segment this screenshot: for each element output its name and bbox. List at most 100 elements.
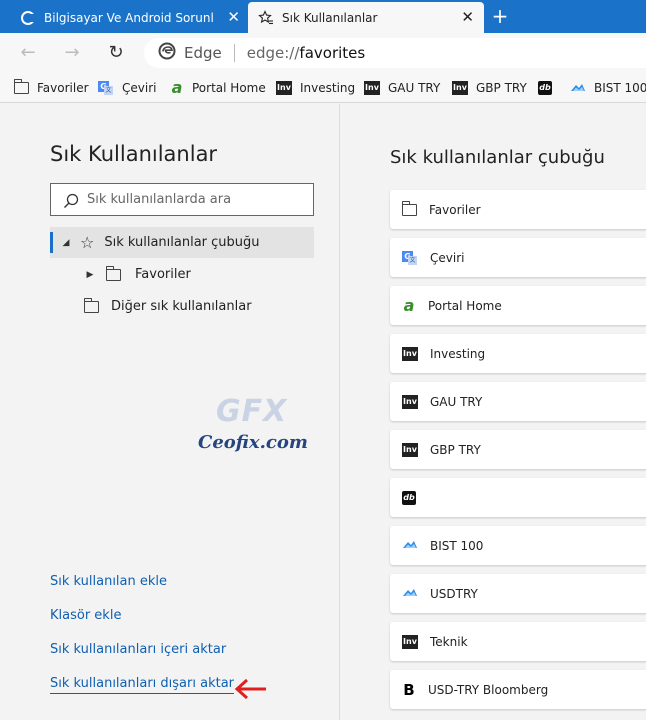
tab-title: Bilgisayar Ve Android Sorunlarına (44, 10, 214, 25)
list-item-label: USD-TRY Bloomberg (428, 682, 549, 697)
tab-ceofix[interactable]: Bilgisayar Ve Android Sorunlarına ✕ (0, 2, 246, 33)
favbar-item-label: GAU TRY (388, 81, 441, 95)
portal-icon: a (403, 295, 415, 315)
db-icon: db (538, 81, 552, 95)
address-separator (233, 44, 235, 62)
list-item-portal-home[interactable]: a Portal Home (390, 286, 646, 325)
list-item-investing[interactable]: Inv Investing (390, 334, 646, 373)
list-item-gbp-try[interactable]: Inv GBP TRY (390, 430, 646, 469)
list-item-usd-try-bloomberg[interactable]: B USD-TRY Bloomberg (390, 670, 646, 709)
db-icon: db (402, 490, 416, 505)
add-folder-link[interactable]: Klasör ekle (50, 608, 121, 623)
tree-item-favorites-bar[interactable]: ◢ ☆ Sık kullanılanlar çubuğu (50, 227, 314, 258)
list-item-label: Favoriler (429, 202, 481, 217)
favbar-item-investing[interactable]: Inv Investing (276, 79, 355, 97)
favbar-item-label: Portal Home (192, 81, 266, 95)
favbar-item-label: Çeviri (122, 81, 157, 95)
watermark: GFX Ceofix.com (196, 392, 316, 472)
tree-item-label: Diğer sık kullanılanlar (111, 299, 252, 314)
edge-logo-icon (158, 42, 176, 64)
list-item-label: BIST 100 (430, 538, 484, 553)
list-item-gau-try[interactable]: Inv GAU TRY (390, 382, 646, 421)
favbar-item-label: Favoriler (37, 81, 89, 95)
import-favorites-link[interactable]: Sık kullanılanları içeri aktar (50, 642, 226, 657)
refresh-button[interactable]: ↻ (104, 41, 128, 65)
add-favorite-link[interactable]: Sık kullanılan ekle (50, 574, 167, 589)
investing-icon: Inv (276, 81, 292, 95)
favbar-item-favoriler[interactable]: Favoriler (13, 79, 89, 97)
close-tab-icon[interactable]: ✕ (461, 9, 474, 25)
star-icon: ☆ (80, 233, 95, 252)
favbar-item-bist-100[interactable]: BIST 100 (570, 79, 646, 97)
list-item-label: GBP TRY (430, 442, 481, 457)
cloud-icon (402, 538, 418, 553)
watermark-text: Ceofix.com (198, 432, 308, 453)
list-item-bist-100[interactable]: BIST 100 (390, 526, 646, 565)
folder-icon (401, 200, 417, 216)
list-item-label: GAU TRY (430, 394, 483, 409)
tree-item-other-favorites[interactable]: Diğer sık kullanılanlar (83, 291, 252, 322)
favbar-item-gau-try[interactable]: Inv GAU TRY (364, 79, 440, 97)
favorites-star-icon (258, 9, 274, 26)
folder-icon (13, 79, 29, 94)
investing-icon: Inv (364, 81, 380, 95)
back-button[interactable]: ← (16, 41, 40, 65)
investing-icon: Inv (402, 346, 418, 361)
forward-button[interactable]: → (60, 41, 84, 65)
favbar-item-label: GBP TRY (476, 81, 527, 95)
portal-icon: a (171, 78, 183, 97)
watermark-logo: GFX (216, 394, 288, 429)
tree-item-label: Favoriler (135, 267, 191, 282)
cloud-icon (402, 586, 418, 601)
search-icon (63, 193, 79, 208)
tree-item-label: Sık kullanılanlar çubuğu (104, 235, 260, 250)
search-box[interactable] (50, 183, 314, 216)
export-favorites-link[interactable]: Sık kullanılanları dışarı aktar (50, 676, 235, 694)
google-translate-icon: G文 (402, 250, 418, 265)
list-item-label: Investing (430, 346, 486, 361)
favorites-bar: Favoriler G文 Çeviri a Portal Home Inv In… (0, 73, 646, 103)
list-item-label: Çeviri (430, 250, 465, 265)
red-arrow-icon (234, 678, 266, 700)
close-tab-icon[interactable]: ✕ (227, 9, 240, 25)
favbar-item-ceviri[interactable]: G文 Çeviri (98, 79, 156, 97)
folder-title: Sık kullanılanlar çubuğu (390, 147, 605, 168)
list-item-label: USDTRY (430, 586, 478, 601)
favbar-item-db[interactable]: db (538, 79, 560, 97)
bloomberg-icon: B (403, 680, 415, 699)
google-translate-icon: G文 (98, 81, 114, 95)
toolbar: ← → ↻ Edge edge://favorites (0, 33, 646, 73)
url-path: favorites (299, 44, 366, 62)
favbar-item-label: BIST 100 (594, 81, 646, 95)
tab-strip: Bilgisayar Ve Android Sorunlarına ✕ Sık … (0, 0, 646, 33)
site-favicon-icon (20, 10, 36, 26)
list-item-favoriler[interactable]: Favoriler (390, 190, 646, 229)
list-item-teknik[interactable]: Inv Teknik (390, 622, 646, 661)
list-item-label: Portal Home (428, 298, 502, 313)
list-item-db[interactable]: db (390, 478, 646, 517)
favbar-item-label: Investing (300, 81, 356, 95)
cloud-icon (570, 81, 586, 96)
tree-item-favoriler[interactable]: ▶ Favoriler (84, 259, 191, 290)
expand-caret-icon[interactable]: ◢ (60, 238, 72, 248)
list-item-ceviri[interactable]: G文 Çeviri (390, 238, 646, 277)
folder-icon (83, 297, 99, 313)
investing-icon: Inv (452, 81, 468, 95)
list-item-usdtry[interactable]: USDTRY (390, 574, 646, 613)
collapse-caret-icon[interactable]: ▶ (84, 270, 96, 280)
site-label: Edge (184, 44, 222, 62)
favorites-list-pane: Sık kullanılanlar çubuğu Favoriler G文 Çe… (341, 104, 646, 720)
favbar-item-gbp-try[interactable]: Inv GBP TRY (452, 79, 527, 97)
address-bar[interactable]: Edge edge://favorites (144, 38, 646, 68)
page-title: Sık Kullanılanlar (50, 142, 218, 166)
favorites-sidebar: Sık Kullanılanlar ◢ ☆ Sık kullanılanlar … (0, 104, 340, 720)
tab-title: Sık Kullanılanlar (282, 10, 378, 25)
search-input[interactable] (87, 192, 297, 207)
tab-favorites[interactable]: Sık Kullanılanlar ✕ (248, 2, 484, 33)
new-tab-button[interactable]: + (488, 4, 512, 28)
investing-icon: Inv (402, 634, 418, 649)
favbar-item-portal-home[interactable]: a Portal Home (170, 79, 266, 97)
url-scheme: edge:// (246, 44, 300, 62)
investing-icon: Inv (402, 394, 418, 409)
investing-icon: Inv (402, 442, 418, 457)
